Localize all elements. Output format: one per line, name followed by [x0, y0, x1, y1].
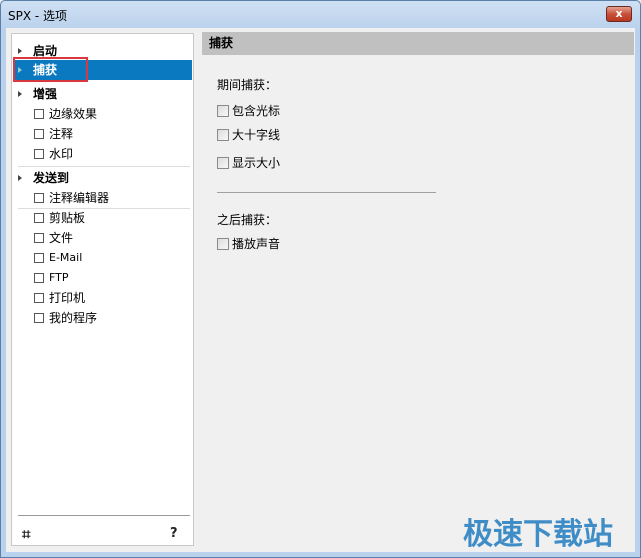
expand-arrow-icon[interactable] [18, 91, 22, 97]
tree-item-watermark[interactable]: 水印 [13, 144, 192, 164]
include-cursor-checkbox[interactable]: 包含光标 [217, 104, 280, 118]
client-area: 启动 捕获 增强 边缘效果 注释 水印 发送到 注释编辑器 剪贴板 文件 E-M… [6, 28, 635, 552]
tree-item-my-program[interactable]: 我的程序 [13, 308, 192, 328]
checkbox-icon[interactable] [34, 293, 44, 303]
expand-arrow-icon[interactable] [18, 175, 22, 181]
checkbox-icon[interactable] [34, 109, 44, 119]
watermark-logo: 极速下载站 [463, 517, 613, 552]
checkbox-icon[interactable] [217, 238, 229, 250]
tree-item-edge-effect[interactable]: 边缘效果 [13, 104, 192, 124]
tree-item-enhance[interactable]: 增强 [13, 84, 192, 104]
divider [18, 515, 190, 516]
during-capture-label: 期间捕获： [217, 78, 278, 92]
help-button[interactable]: ? [170, 526, 178, 541]
checkbox-icon[interactable] [217, 129, 229, 141]
tree-item-file[interactable]: 文件 [13, 228, 192, 248]
divider [217, 192, 436, 193]
highlight-box [13, 57, 88, 82]
checkbox-icon[interactable] [34, 129, 44, 139]
tree-item-email[interactable]: E-Mail [13, 248, 192, 268]
checkbox-icon[interactable] [34, 149, 44, 159]
tree-item-ftp[interactable]: FTP [13, 268, 192, 288]
tree-item-printer[interactable]: 打印机 [13, 288, 192, 308]
after-capture-label: 之后捕获： [217, 213, 278, 227]
checkbox-icon[interactable] [34, 193, 44, 203]
divider [18, 166, 190, 167]
window-title: SPX - 选项 [8, 9, 68, 23]
options-window: SPX - 选项 x 启动 捕获 增强 边缘效果 注释 水印 发送到 注释编辑器… [0, 0, 641, 558]
tree-item-send-to[interactable]: 发送到 [13, 168, 192, 188]
category-tree: 启动 捕获 增强 边缘效果 注释 水印 发送到 注释编辑器 剪贴板 文件 E-M… [11, 33, 194, 546]
checkbox-icon[interactable] [217, 105, 229, 117]
tree-item-annotation[interactable]: 注释 [13, 124, 192, 144]
close-button[interactable]: x [606, 6, 632, 22]
crop-icon[interactable]: ⌗ [22, 525, 30, 543]
expand-arrow-icon[interactable] [18, 48, 22, 54]
panel-title: 捕获 [202, 32, 634, 55]
checkbox-icon[interactable] [34, 313, 44, 323]
play-sound-checkbox[interactable]: 播放声音 [217, 237, 280, 251]
checkbox-icon[interactable] [217, 157, 229, 169]
tree-item-annotation-editor[interactable]: 注释编辑器 [13, 188, 192, 208]
checkbox-icon[interactable] [34, 273, 44, 283]
crosshair-checkbox[interactable]: 大十字线 [217, 128, 280, 142]
show-size-checkbox[interactable]: 显示大小 [217, 156, 280, 170]
checkbox-icon[interactable] [34, 253, 44, 263]
checkbox-icon[interactable] [34, 233, 44, 243]
tree-item-clipboard[interactable]: 剪贴板 [13, 208, 192, 228]
checkbox-icon[interactable] [34, 213, 44, 223]
